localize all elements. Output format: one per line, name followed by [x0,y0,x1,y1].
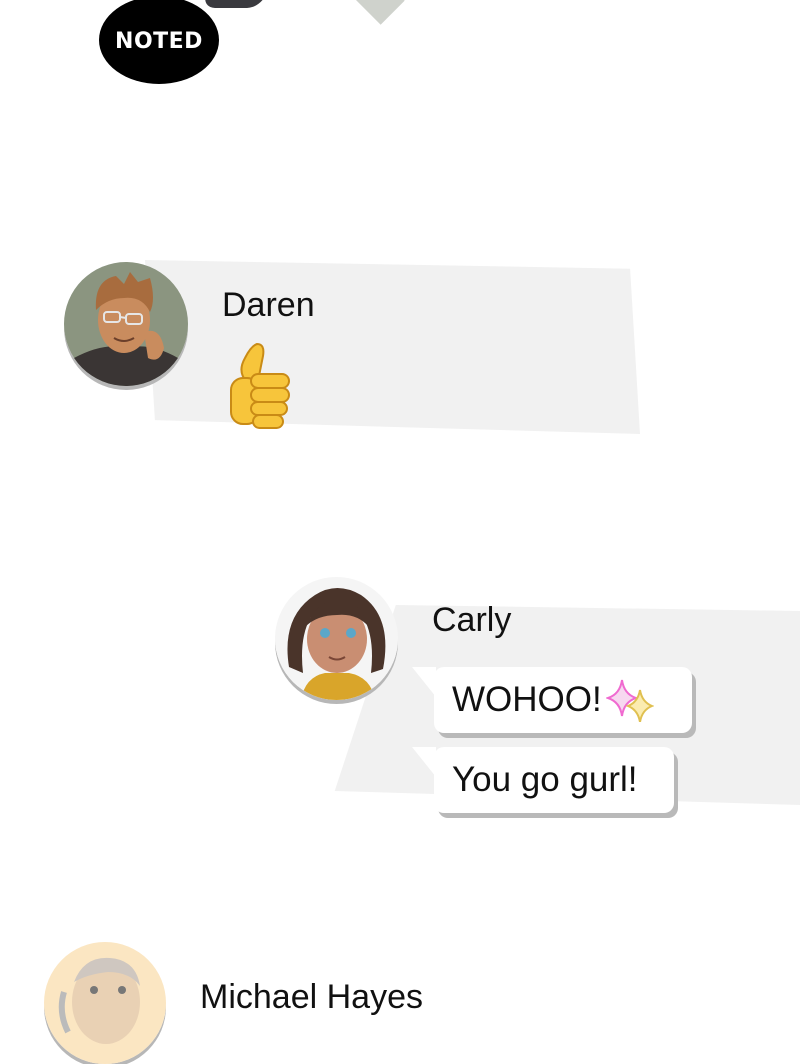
chat-bubble-you-go-gurl: You go gurl! [434,747,674,813]
chat-bubble-text: WOHOO! [452,680,602,719]
chat-bubble-tail [412,667,436,697]
sender-name-michael: Michael Hayes [200,978,423,1016]
chat-bubble-text: You go gurl! [452,760,638,799]
noted-badge-text: NOTED [115,28,203,54]
chat-bubble-wohoo: WOHOO! [434,667,692,733]
chat-bubble-tail [412,747,436,777]
sender-name-daren: Daren [222,286,315,324]
top-decoration-dark [200,0,270,8]
noted-badge: NOTED [99,0,219,84]
message-panel-daren [145,260,640,434]
carly-avatar-icon[interactable] [275,577,398,700]
top-decoration-light [345,0,405,25]
thumbs-up-icon [230,342,290,429]
daren-avatar-icon[interactable] [64,262,188,386]
sparkles-icon [605,679,654,722]
michael-avatar-icon[interactable] [44,942,166,1064]
sender-name-carly: Carly [432,601,512,639]
